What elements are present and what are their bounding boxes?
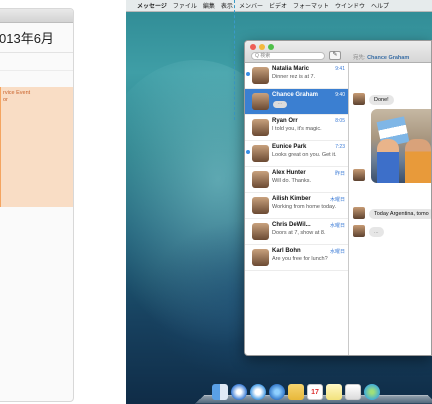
screen: 013年6月 rvice Event or メッセージ ファイル 編集 表示 メ…: [0, 0, 432, 404]
conversation-time: 8:05: [335, 118, 345, 124]
messages-icon[interactable]: [364, 384, 380, 400]
unread-dot-icon: [246, 72, 250, 76]
conversation-item[interactable]: Ailish Kimber 木曜日 Working from home toda…: [245, 193, 348, 219]
unread-dot-icon: [246, 150, 250, 154]
conversation-preview: Are you free for lunch?: [272, 256, 328, 262]
calendar-window: 013年6月 rvice Event or: [0, 8, 74, 402]
person-image: [377, 139, 399, 183]
avatar: [252, 249, 269, 266]
calendar-event[interactable]: rvice Event or: [0, 87, 73, 207]
avatar: [353, 225, 365, 237]
messages-window: Q 検索 ✎ 宛先: Chance Graham Natalia Maric 9…: [244, 40, 432, 356]
itunes-icon[interactable]: [250, 384, 266, 400]
search-field[interactable]: Q 検索: [251, 52, 325, 60]
conversation-preview: I told you, it's magic.: [272, 126, 322, 132]
conversation-time: 9:40: [335, 92, 345, 98]
minimize-button[interactable]: [259, 44, 265, 50]
conversation-item[interactable]: Natalia Maric 9:41 Dinner rez is at 7.: [245, 63, 348, 89]
conversation-time: 昨日: [334, 171, 345, 177]
avatar: [252, 145, 269, 162]
avatar: [252, 223, 269, 240]
menu-item-edit[interactable]: 編集: [203, 1, 215, 10]
avatar: [252, 67, 269, 84]
person-image: [405, 139, 431, 183]
safari-icon[interactable]: [231, 384, 247, 400]
typing-indicator-icon: ...: [273, 101, 287, 108]
avatar: [252, 93, 269, 110]
conversation-preview: Looks great on you. Get it.: [272, 152, 337, 158]
conversation-name: Ryan Orr: [272, 118, 298, 124]
message-photo[interactable]: [371, 109, 431, 183]
finder-icon[interactable]: [212, 384, 228, 400]
conversation-name: Natalia Maric: [272, 66, 310, 72]
calendar-day: 17: [311, 388, 319, 396]
notes-icon[interactable]: [288, 384, 304, 400]
recipient-field[interactable]: 宛先: Chance Graham: [353, 53, 409, 61]
conversation-list: Natalia Maric 9:41 Dinner rez is at 7. C…: [245, 63, 349, 355]
menu-item-view[interactable]: 表示: [221, 1, 233, 10]
avatar: [353, 207, 365, 219]
dock: 17: [194, 380, 432, 404]
conversation-item[interactable]: Karl Bohn 水曜日 Are you free for lunch?: [245, 245, 348, 271]
conversation-preview: Dinner rez is at 7.: [272, 74, 316, 80]
conversation-time: 9:41: [335, 66, 345, 72]
conversation-name: Eunice Park: [272, 144, 307, 150]
conversation-name: Alex Hunter: [272, 170, 306, 176]
avatar: [353, 169, 365, 181]
conversation-item[interactable]: Eunice Park 7:23 Looks great on you. Get…: [245, 141, 348, 167]
avatar: [252, 119, 269, 136]
conversation-pane: Done! Today Argentina, tomo ... iMessage: [349, 63, 431, 355]
message-bubble: Today Argentina, tomo: [369, 209, 431, 219]
menu-item-window[interactable]: ウインドウ: [335, 1, 365, 10]
calendar-event-line: or: [3, 97, 8, 104]
menu-item-video[interactable]: ビデオ: [269, 1, 287, 10]
calendar-titlebar: [0, 9, 73, 23]
guide-line: [234, 0, 235, 120]
messages-titlebar: Q 検索 ✎ 宛先: Chance Graham: [245, 41, 431, 63]
conversation-preview: Working from home today.: [272, 204, 336, 210]
calendar-row: [0, 53, 73, 71]
recipient-name: Chance Graham: [367, 55, 410, 61]
conversation-preview: Doors at 7, show at 8.: [272, 230, 326, 236]
menu-app-name[interactable]: メッセージ: [137, 1, 167, 10]
typing-bubble-icon: ...: [369, 227, 384, 237]
menu-bar: メッセージ ファイル 編集 表示 メンバー ビデオ フォーマット ウインドウ ヘ…: [126, 0, 432, 12]
calendar-event-line: rvice Event: [3, 90, 31, 96]
conversation-item[interactable]: Alex Hunter 昨日 Will do. Thanks.: [245, 167, 348, 193]
photos-icon[interactable]: [345, 384, 361, 400]
conversation-item[interactable]: Ryan Orr 8:05 I told you, it's magic.: [245, 115, 348, 141]
conversation-preview: Will do. Thanks.: [272, 178, 312, 184]
menu-item-help[interactable]: ヘルプ: [371, 1, 389, 10]
window-controls: [250, 44, 274, 50]
close-button[interactable]: [250, 44, 256, 50]
reminders-icon[interactable]: [326, 384, 342, 400]
conversation-time: 水曜日: [329, 223, 345, 229]
menu-item-format[interactable]: フォーマット: [293, 1, 329, 10]
conversation-name: Ailish Kimber: [272, 196, 311, 202]
menu-item-file[interactable]: ファイル: [173, 1, 197, 10]
conversation-item[interactable]: Chris DeWil... 水曜日 Doors at 7, show at 8…: [245, 219, 348, 245]
conversation-time: 水曜日: [329, 249, 345, 255]
conversation-time: 木曜日: [329, 197, 345, 203]
zoom-button[interactable]: [268, 44, 274, 50]
avatar: [252, 171, 269, 188]
conversation-time: 7:23: [335, 144, 345, 150]
avatar: [252, 197, 269, 214]
message-bubble: Done!: [369, 95, 394, 105]
calendar-icon[interactable]: 17: [307, 384, 323, 400]
to-label: 宛先:: [353, 55, 366, 61]
conversation-name: Chance Graham: [272, 92, 319, 98]
avatar: [353, 93, 365, 105]
conversation-name: Chris DeWil...: [272, 222, 311, 228]
conversation-name: Karl Bohn: [272, 248, 301, 254]
menu-item-buddies[interactable]: メンバー: [239, 1, 263, 10]
compose-icon[interactable]: ✎: [329, 51, 341, 60]
appstore-icon[interactable]: [269, 384, 285, 400]
calendar-month-label: 013年6月: [0, 23, 73, 53]
conversation-item-selected[interactable]: Chance Graham 9:40 ...: [245, 89, 348, 115]
